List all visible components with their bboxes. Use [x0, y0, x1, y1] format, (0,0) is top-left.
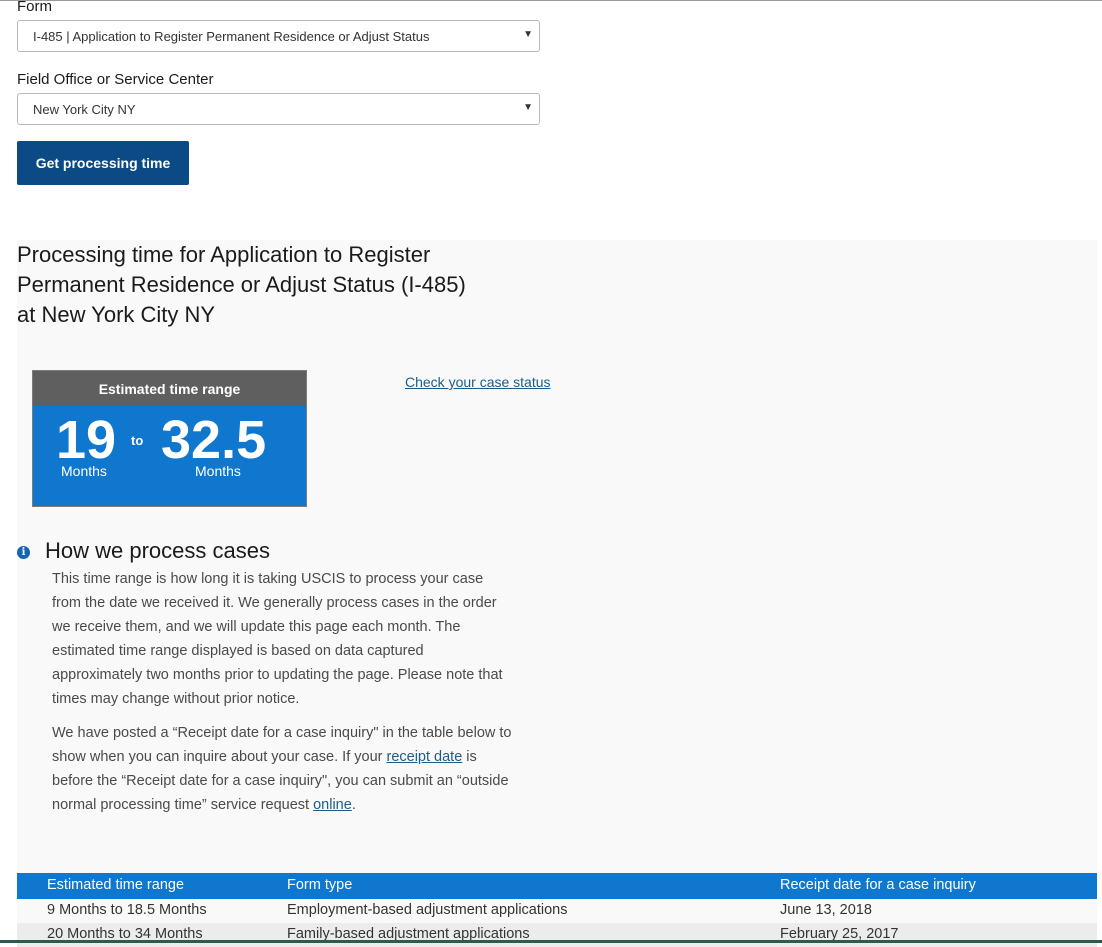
table-cell: June 13, 2018	[780, 902, 872, 918]
range-max-unit: Months	[195, 463, 241, 479]
how-paragraph-2: We have posted a “Receipt date for a cas…	[52, 721, 512, 817]
result-title: Processing time for Application to Regis…	[17, 242, 466, 327]
table-header-row: Estimated time range Form type Receipt d…	[17, 873, 1097, 899]
range-min-unit: Months	[61, 463, 107, 479]
online-link[interactable]: online	[313, 797, 352, 813]
get-processing-time-button[interactable]: Get processing time	[17, 141, 189, 185]
form-label: Form	[17, 0, 52, 15]
table-cell: 9 Months to 18.5 Months	[47, 902, 207, 918]
how-we-process-heading: How we process cases	[45, 538, 270, 563]
how-paragraph-1: This time range is how long it is taking…	[52, 571, 503, 707]
table-header-cell: Estimated time range	[47, 877, 185, 893]
office-select[interactable]: New York City NY ▼	[17, 93, 540, 125]
range-to: to	[131, 433, 144, 448]
range-min-value: 19	[56, 410, 117, 470]
office-label: Field Office or Service Center	[17, 71, 214, 88]
check-case-status-link[interactable]: Check your case status	[405, 374, 551, 390]
processing-table: Estimated time range Form type Receipt d…	[17, 873, 1097, 947]
table-row: 9 Months to 18.5 Months Employment-based…	[17, 899, 1097, 923]
receipt-date-link[interactable]: receipt date	[387, 749, 463, 765]
estimated-range-box: Estimated time range 19 Months to 32.5 M…	[32, 370, 307, 507]
top-border	[0, 0, 1102, 1]
office-select-value: New York City NY	[33, 102, 136, 117]
table-cell: Employment-based adjustment applications	[287, 902, 568, 918]
form-select[interactable]: I-485 | Application to Register Permanen…	[17, 20, 540, 52]
info-icon: i	[17, 546, 30, 559]
table-header-cell: Receipt date for a case inquiry	[780, 877, 976, 893]
p2-text-c: .	[351, 797, 356, 813]
chevron-down-icon: ▼	[523, 102, 533, 113]
table-row: 20 Months to 34 Months Family-based adju…	[17, 923, 1097, 947]
form-select-value: I-485 | Application to Register Permanen…	[33, 29, 430, 44]
range-header: Estimated time range	[33, 371, 306, 406]
chevron-down-icon: ▼	[523, 29, 533, 40]
range-max-value: 32.5	[161, 410, 267, 470]
table-header-cell: Form type	[287, 877, 353, 893]
